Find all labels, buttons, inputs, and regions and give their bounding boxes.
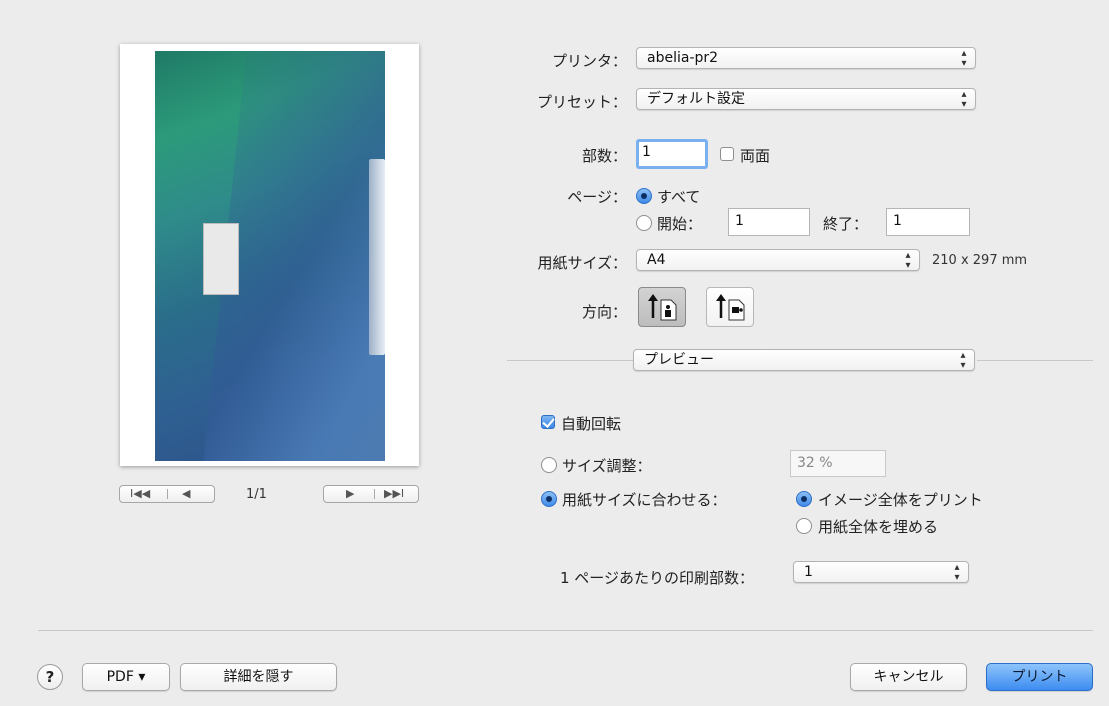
landscape-icon (716, 294, 745, 321)
hide-details-button[interactable]: 詳細を隠す (180, 663, 337, 691)
popup-arrows-icon: ▴ ▾ (961, 89, 967, 110)
copies-label: 部数： (581, 147, 627, 165)
preview-first-prev-group: I◀◀ ◀ (119, 485, 215, 503)
section-divider-left (507, 360, 633, 361)
duplex-checkbox[interactable] (720, 147, 734, 161)
cancel-button[interactable]: キャンセル (850, 663, 967, 691)
next-page-button[interactable]: ▶ (346, 486, 354, 502)
orientation-label: 方向： (581, 303, 627, 321)
popup-arrows-icon: ▴ ▾ (961, 48, 967, 69)
portrait-icon (648, 294, 677, 321)
pages-all-radio[interactable] (636, 188, 652, 204)
fit-radio[interactable] (541, 491, 557, 507)
popup-arrows-icon: ▴ ▾ (905, 250, 911, 271)
pages-per-sheet-value: 1 (804, 564, 813, 580)
fit-print-entire-label: イメージ全体をプリント (818, 491, 983, 509)
fit-print-entire-radio[interactable] (796, 491, 812, 507)
preset-value: デフォルト設定 (647, 91, 745, 107)
copies-field[interactable]: 1 (636, 139, 708, 169)
scale-radio[interactable] (541, 457, 557, 473)
help-button[interactable]: ? (37, 664, 63, 690)
paper-size-label: 用紙サイズ： (537, 254, 627, 272)
auto-rotate-checkbox[interactable] (541, 415, 555, 429)
first-page-button[interactable]: I◀◀ (130, 486, 150, 502)
preview-dock-thumb (369, 159, 385, 355)
scale-field[interactable]: 32 % (790, 450, 886, 477)
pages-label: ページ： (567, 188, 627, 206)
popup-arrows-icon: ▴ ▾ (960, 350, 966, 371)
prev-page-button[interactable]: ◀ (182, 486, 190, 502)
seg-divider (167, 489, 168, 499)
fit-fill-paper-label: 用紙全体を埋める (818, 518, 939, 536)
scale-label: サイズ調整： (562, 457, 652, 475)
popup-arrows-icon: ▴ ▾ (954, 562, 960, 583)
paper-dimensions: 210 x 297 mm (932, 253, 1028, 268)
preset-popup[interactable]: デフォルト設定 ▴ ▾ (636, 88, 976, 110)
pages-per-sheet-popup[interactable]: 1 ▴ ▾ (793, 561, 969, 583)
pages-to-field[interactable]: 1 (886, 208, 970, 236)
printer-popup[interactable]: abelia-pr2 ▴ ▾ (636, 47, 976, 69)
seg-divider (374, 489, 375, 499)
paper-size-popup[interactable]: A4 ▴ ▾ (636, 249, 920, 271)
portrait-button[interactable] (638, 287, 686, 327)
auto-rotate-label: 自動回転 (561, 415, 622, 433)
fit-label: 用紙サイズに合わせる： (562, 491, 727, 509)
printer-value: abelia-pr2 (647, 50, 719, 66)
pages-from-label: 開始： (657, 215, 703, 233)
preview-next-last-group: ▶ ▶▶I (323, 485, 419, 503)
paper-size-value: A4 (647, 252, 666, 268)
section-divider-right (977, 360, 1093, 361)
preset-label: プリセット： (536, 93, 627, 111)
section-popup[interactable]: プレビュー ▴ ▾ (633, 349, 975, 371)
print-button[interactable]: プリント (986, 663, 1093, 691)
pages-per-sheet-label: 1 ページあたりの印刷部数： (560, 569, 755, 587)
footer-divider (38, 630, 1093, 631)
section-popup-value: プレビュー (644, 352, 714, 368)
fit-fill-paper-radio[interactable] (796, 518, 812, 534)
help-icon: ? (45, 668, 55, 686)
page-indicator: 1/1 (246, 487, 267, 502)
last-page-button[interactable]: ▶▶I (384, 486, 404, 502)
landscape-button[interactable] (706, 287, 754, 327)
pages-range-radio[interactable] (636, 215, 652, 231)
pages-from-field[interactable]: 1 (728, 208, 810, 236)
pages-to-label: 終了： (823, 215, 869, 233)
duplex-label: 両面 (740, 147, 771, 165)
pdf-menu-button[interactable]: PDF ▾ (82, 663, 170, 691)
preview-window-thumb (203, 223, 239, 295)
printer-label: プリンタ： (551, 52, 627, 70)
preview-paper (120, 44, 419, 466)
preview-image (155, 51, 385, 461)
pages-all-label: すべて (657, 188, 701, 206)
print-dialog: { "printer": {"label": "プリンタ：", "value":… (0, 0, 1109, 706)
